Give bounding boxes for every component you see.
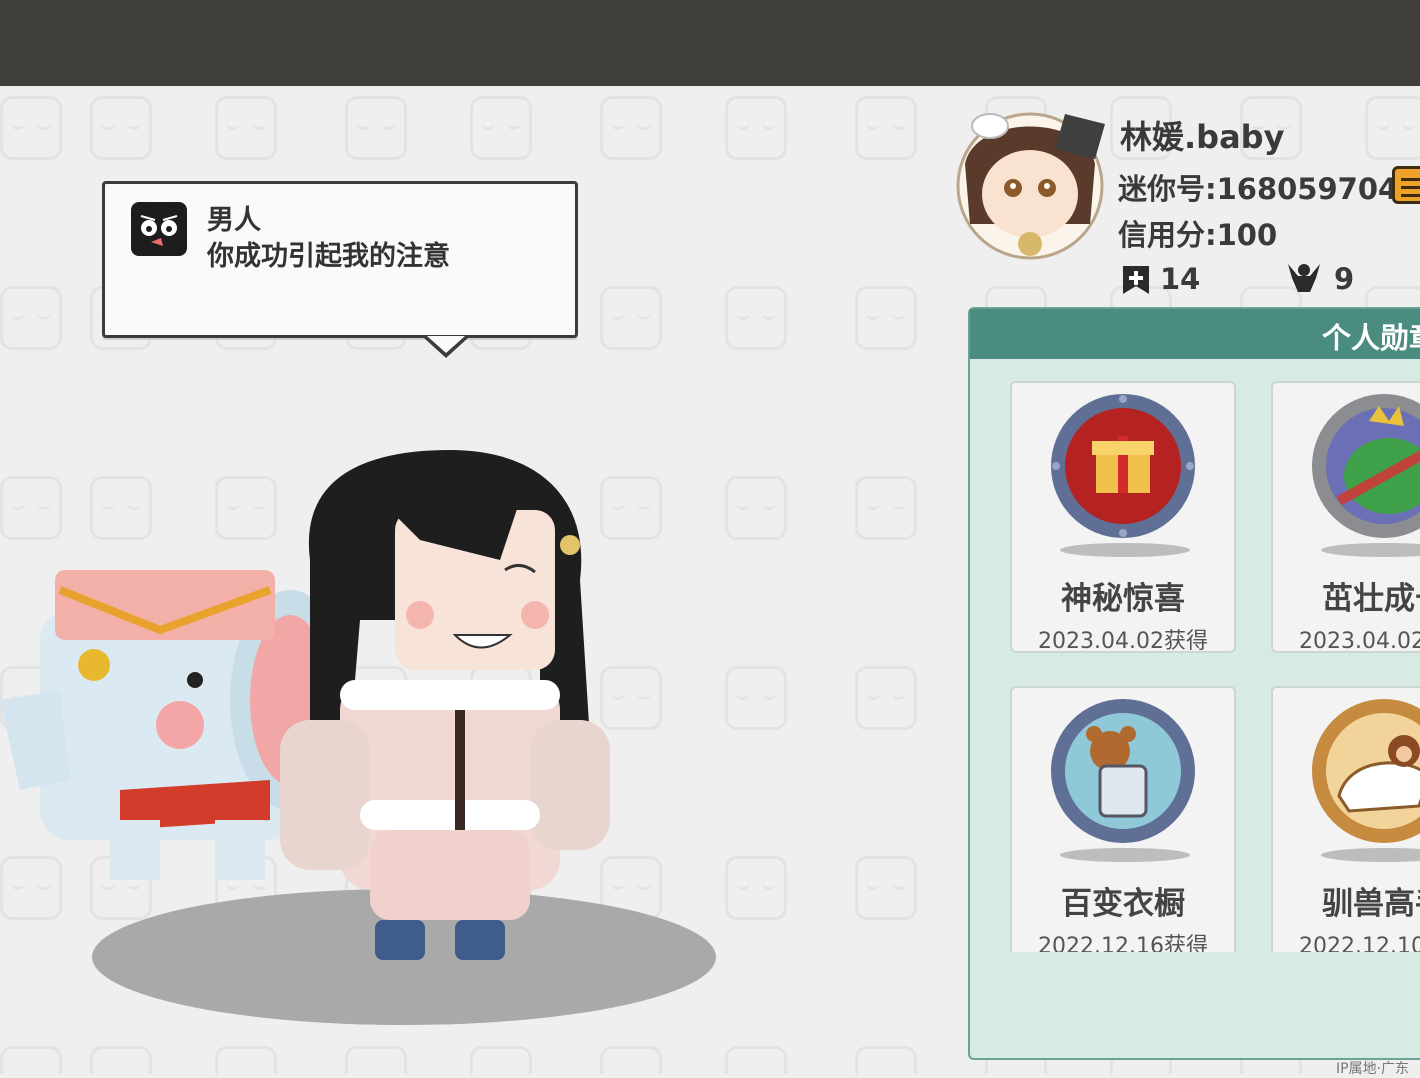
- background-tile: [855, 666, 917, 730]
- background-tile: [90, 1046, 152, 1074]
- medal-card[interactable]: 百变衣橱 2022.12.16获得: [1010, 686, 1236, 952]
- emoji-avatar-icon: [131, 202, 187, 256]
- friends-count: 14: [1160, 262, 1201, 296]
- medal-card[interactable]: 神秘惊喜 2023.04.02获得: [1010, 381, 1236, 654]
- medal-name: 神秘惊喜: [1061, 581, 1185, 617]
- medal-shadow: [1060, 848, 1190, 862]
- add-friend-icon: [1121, 264, 1151, 294]
- background-tile: [0, 96, 62, 160]
- background-tile: [345, 96, 407, 160]
- gift-medal-icon: [1048, 391, 1198, 541]
- medal-date: 2023.04.02获得: [1299, 629, 1420, 654]
- background-tile: [215, 96, 277, 160]
- background-tile: [855, 856, 917, 920]
- background-tile: [600, 1046, 662, 1074]
- frog-medal-icon: [1309, 391, 1420, 541]
- medal-date: 2023.04.02获得: [1038, 629, 1208, 654]
- background-tile: [725, 1046, 787, 1074]
- background-tile: [470, 96, 532, 160]
- medal-card[interactable]: 驯兽高手 2022.12.10获得: [1271, 686, 1420, 952]
- medal-grid[interactable]: 神秘惊喜 2023.04.02获得 茁壮成长 2023.04.02获得: [970, 375, 1420, 952]
- medal-date: 2022.12.16获得: [1038, 934, 1208, 952]
- character-scene[interactable]: [0, 360, 760, 1040]
- player-character: [280, 450, 610, 960]
- medal-name: 茁壮成长: [1322, 581, 1420, 617]
- background-tile: [855, 1046, 917, 1074]
- background-tile: [725, 286, 787, 350]
- wardrobe-medal-icon: [1048, 696, 1198, 846]
- fans-icon: [1286, 262, 1322, 292]
- background-tile: [90, 96, 152, 160]
- fans-count: 9: [1334, 262, 1355, 296]
- medal-shadow: [1060, 543, 1190, 557]
- notes-icon[interactable]: [1392, 166, 1420, 204]
- chat-sender: 男人: [207, 205, 261, 236]
- top-bar: [0, 0, 1420, 86]
- medal-shadow: [1321, 543, 1420, 557]
- background-tile: [855, 476, 917, 540]
- medal-date: 2022.12.10获得: [1299, 934, 1420, 952]
- background-tile: [600, 96, 662, 160]
- background-tile: [0, 1046, 62, 1074]
- credit-score: 信用分:100: [1118, 218, 1278, 252]
- bubble-tail-inner: [427, 336, 465, 353]
- background-tile: [600, 286, 662, 350]
- background-tile: [345, 1046, 407, 1074]
- medal-name: 百变衣橱: [1061, 886, 1185, 922]
- background-tile: [1365, 96, 1420, 160]
- background-tile: [215, 1046, 277, 1074]
- user-avatar[interactable]: [955, 104, 1110, 262]
- background-tile: [855, 286, 917, 350]
- medal-panel: 个人勋章 神秘惊喜 2023.04.02获得: [968, 307, 1420, 1060]
- medal-name: 驯兽高手: [1322, 886, 1420, 922]
- medal-card[interactable]: 茁壮成长 2023.04.02获得: [1271, 381, 1420, 654]
- ip-location: IP属地·广东: [1336, 1061, 1410, 1077]
- medal-panel-header: 个人勋章: [970, 309, 1420, 359]
- background-tile: [725, 96, 787, 160]
- chat-message: 你成功引起我的注意: [207, 241, 450, 272]
- medal-shadow: [1321, 848, 1420, 862]
- mini-id: 迷你号:1680597041: [1118, 172, 1419, 206]
- username: 林媛.baby: [1120, 118, 1285, 156]
- medal-panel-title: 个人勋章: [1322, 321, 1420, 355]
- background-tile: [855, 96, 917, 160]
- tamer-medal-icon: [1309, 696, 1420, 846]
- background-tile: [0, 286, 62, 350]
- background-tile: [470, 1046, 532, 1074]
- chat-bubble: 男人 你成功引起我的注意: [102, 181, 578, 338]
